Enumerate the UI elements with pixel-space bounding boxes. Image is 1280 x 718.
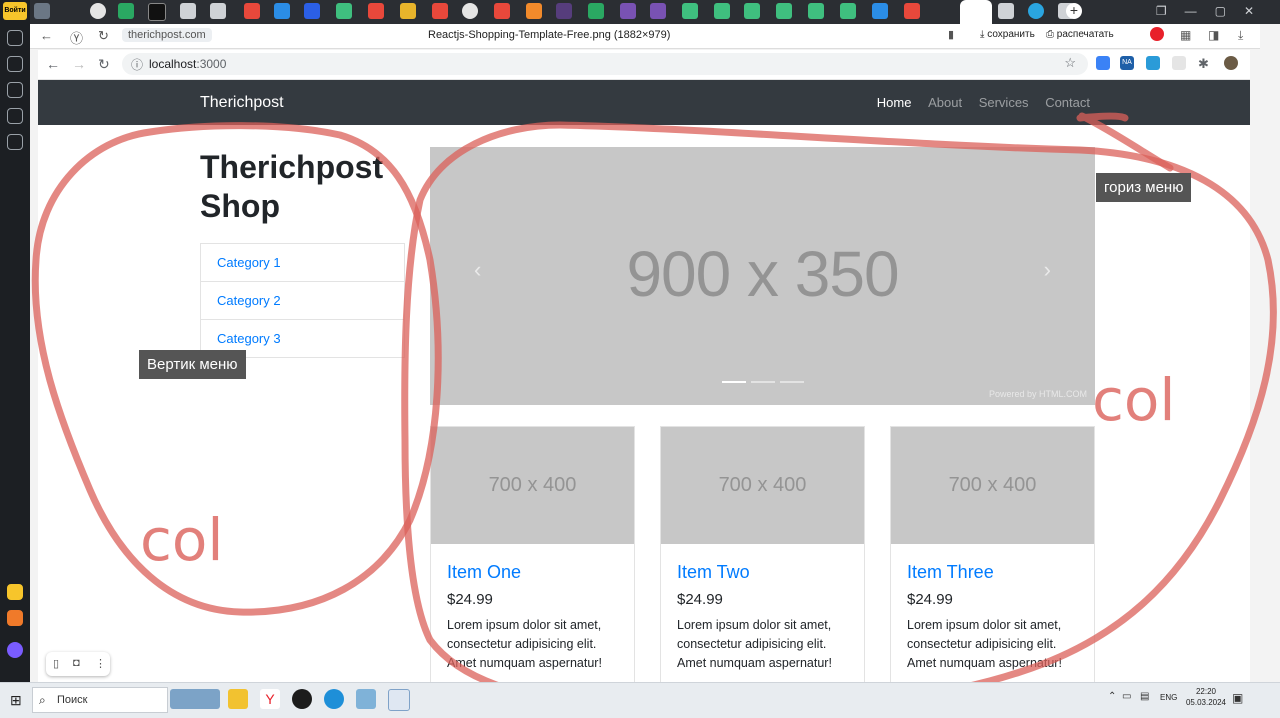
edge-icon[interactable]	[324, 689, 344, 709]
language-indicator[interactable]: ENG	[1160, 693, 1177, 702]
floating-toolbar: ▯ ◘ ⋮	[46, 652, 110, 676]
right-col-label: col	[1092, 366, 1176, 434]
tray-arrow-icon[interactable]: ⌃	[1108, 691, 1116, 702]
keyboard-icon[interactable]: ▤	[1140, 691, 1149, 702]
taskbar: ⊞ ⌕ Поиск Y ⌃ ▭ ▤ ENG 22:20 05.03.2024 ▣	[0, 682, 1280, 718]
left-col-label: col	[140, 506, 224, 574]
vertical-menu-label: Вертик меню	[139, 350, 246, 379]
search-icon: ⌕	[39, 693, 46, 707]
notepad-icon[interactable]	[388, 689, 410, 711]
clock-date: 05.03.2024	[1185, 698, 1227, 707]
more-icon[interactable]: ⋮	[95, 657, 106, 670]
search-label: Поиск	[57, 694, 88, 706]
menu-arrow	[1076, 112, 1174, 172]
app-icon[interactable]	[356, 689, 376, 709]
clock[interactable]: 22:20 05.03.2024	[1183, 686, 1229, 708]
obs-icon[interactable]	[292, 689, 312, 709]
clock-time: 22:20	[1195, 687, 1217, 696]
start-button[interactable]: ⊞	[10, 692, 22, 709]
widget-image[interactable]	[170, 689, 220, 709]
camera-icon[interactable]: ◘	[73, 657, 80, 669]
yandex-browser-icon[interactable]: Y	[260, 689, 280, 709]
network-icon[interactable]: ▭	[1122, 691, 1131, 702]
taskbar-search[interactable]: ⌕ Поиск	[32, 687, 168, 713]
notifications-icon[interactable]: ▣	[1232, 691, 1243, 705]
horizontal-menu-label: гориз меню	[1096, 173, 1192, 202]
bookmark-icon[interactable]: ▯	[53, 657, 59, 670]
folder-icon[interactable]	[228, 689, 248, 709]
